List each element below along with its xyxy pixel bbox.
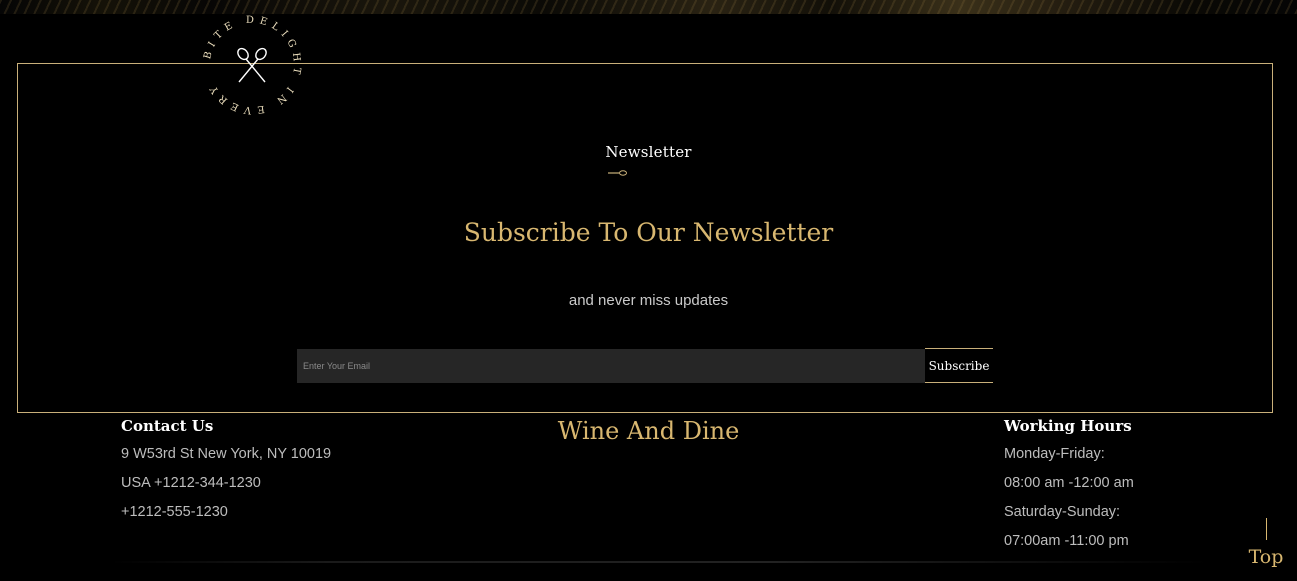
subscribe-button[interactable]: Subscribe bbox=[925, 348, 993, 383]
back-to-top-label: Top bbox=[1248, 546, 1284, 568]
hours-heading: Working Hours bbox=[1004, 417, 1132, 435]
footer-divider bbox=[110, 561, 1210, 563]
bite-delight-badge: BITE DELIGHT IN EVERY bbox=[197, 10, 307, 120]
hours-weekday-time: 08:00 am -12:00 am bbox=[1004, 475, 1134, 491]
hours-weekend-time: 07:00am -11:00 pm bbox=[1004, 533, 1129, 549]
spoon-ornament-icon bbox=[608, 170, 627, 176]
newsletter-subtitle: and never miss updates bbox=[568, 292, 729, 309]
hours-weekend-label: Saturday-Sunday: bbox=[1004, 504, 1121, 520]
back-to-top-button[interactable]: Top bbox=[1245, 518, 1287, 574]
working-hours-column: Working Hours Monday-Friday: 08:00 am -1… bbox=[1004, 415, 1134, 556]
email-input[interactable] bbox=[297, 349, 925, 383]
newsletter-title: Subscribe To Our Newsletter bbox=[463, 218, 834, 247]
crossed-spoons-icon: BITE DELIGHT IN EVERY bbox=[202, 15, 297, 116]
vertical-line-icon bbox=[1265, 518, 1267, 540]
hours-weekday-label: Monday-Friday: bbox=[1004, 446, 1105, 462]
contact-phone-1[interactable]: USA +1212-344-1230 bbox=[121, 469, 331, 498]
contact-phone-2[interactable]: +1212-555-1230 bbox=[121, 498, 331, 527]
newsletter-tag: Newsletter bbox=[605, 143, 692, 161]
hero-image-bottom-edge bbox=[0, 0, 1297, 14]
